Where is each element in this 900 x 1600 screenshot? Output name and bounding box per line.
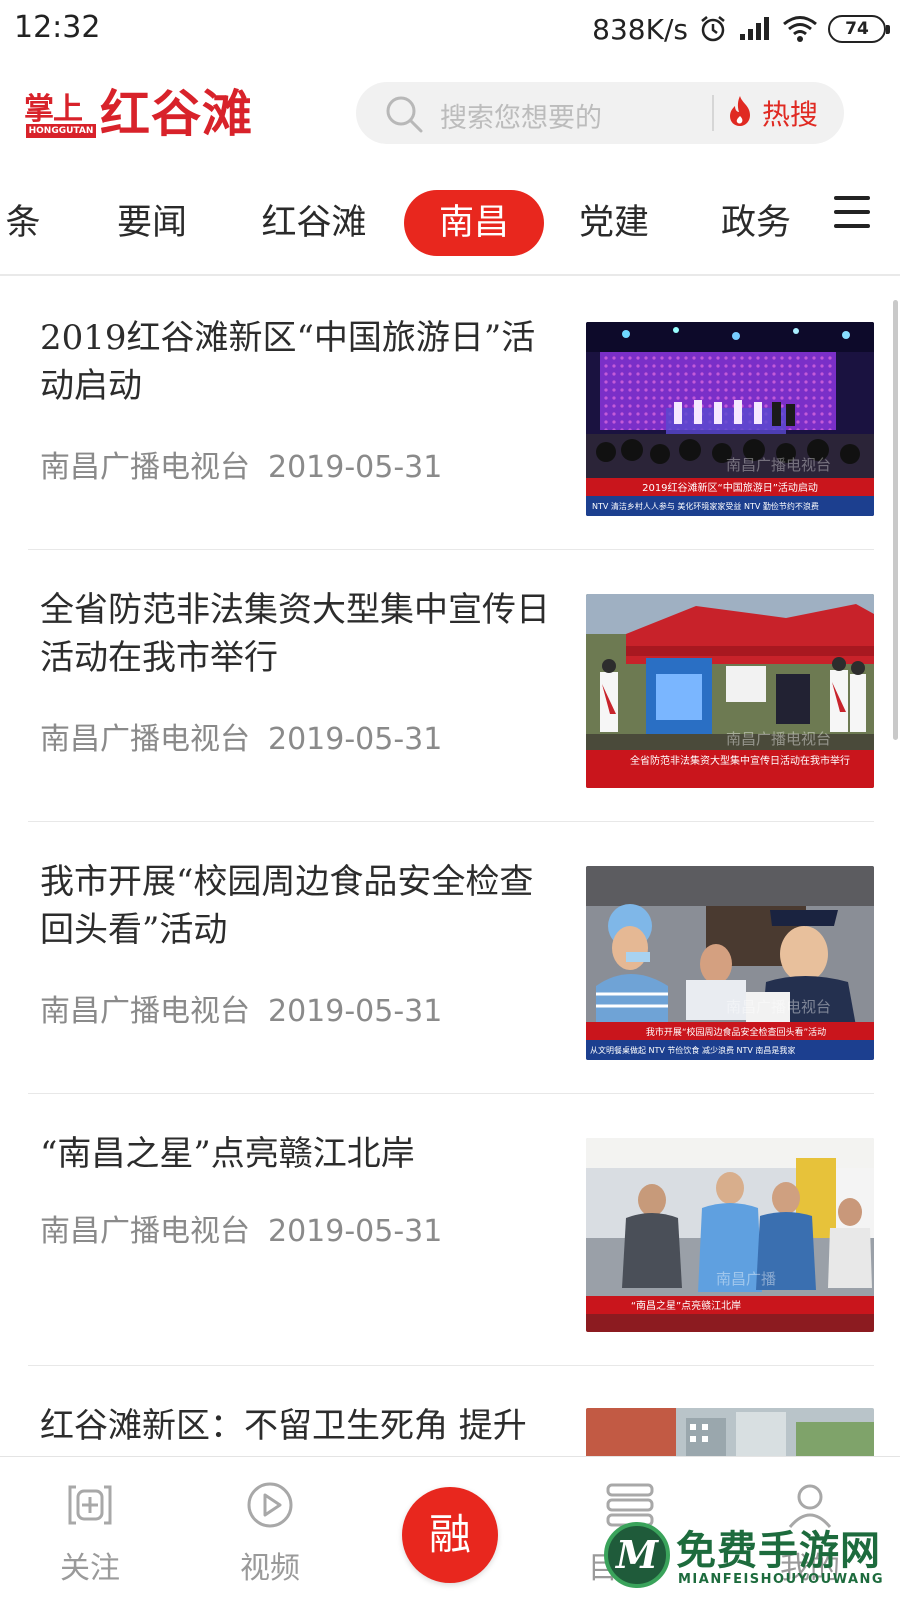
news-thumbnail: 南昌广播电视台 全省防范非法集资大型集中宣传日活动在我市举行	[586, 594, 874, 788]
thumb-watermark: 南昌广播	[716, 1270, 776, 1288]
news-title: 2019红谷滩新区“中国旅游日”活动启动	[40, 318, 536, 406]
news-thumbnail	[586, 1408, 874, 1456]
logo-main-text: 红谷滩	[100, 84, 253, 143]
thumb-ticker: 从文明餐桌做起 NTV 节俭饮食 减少浪费 NTV 南昌是我家	[590, 1045, 795, 1055]
tab-nanchang[interactable]: 南昌	[404, 190, 544, 256]
news-item[interactable]: 红谷滩新区：不留卫生死角 提升	[28, 1366, 874, 1456]
nav-video-label: 视频	[240, 1551, 300, 1586]
hot-search-label: 热搜	[762, 98, 819, 131]
news-source: 南昌广播电视台	[40, 722, 250, 757]
channel-menu-icon[interactable]	[834, 196, 874, 232]
news-item[interactable]: 全省防范非法集资大型集中宣传日活动在我市举行 南昌广播电视台 2019-05-31…	[28, 550, 874, 822]
tab-hongutan[interactable]: 红谷滩	[244, 190, 384, 256]
app-header: 掌上 HONGGUTAN 红谷滩 搜索您想要的 热搜	[0, 58, 900, 168]
search-placeholder: 搜索您想要的	[440, 103, 602, 134]
news-item[interactable]: 我市开展“校园周边食品安全检查回头看”活动 南昌广播电视台 2019-05-31	[28, 822, 874, 1094]
news-title: 我市开展“校园周边食品安全检查回头看”活动	[40, 862, 534, 950]
news-item[interactable]: 2019红谷滩新区“中国旅游日”活动启动 南昌广播电视台 2019-05-31 南…	[28, 278, 874, 550]
news-source: 南昌广播电视台	[40, 994, 250, 1029]
wifi-icon	[782, 15, 818, 43]
nav-follow-label: 关注	[60, 1551, 120, 1586]
search-icon	[384, 94, 424, 134]
news-title: “南昌之星”点亮赣江北岸	[40, 1134, 415, 1174]
tab-zhengwu[interactable]: 政务	[704, 190, 808, 256]
tab-partial[interactable]: 条	[0, 190, 48, 256]
thumb-ticker: NTV 清洁乡村人人参与 美化环境家家受益 NTV 勤俭节约不浪费	[592, 501, 819, 511]
logo-top-text: 掌上	[24, 92, 83, 127]
news-meta: 南昌广播电视台 2019-05-31	[40, 442, 442, 486]
tab-dangjian[interactable]: 党建	[562, 190, 666, 256]
signal-icon	[738, 16, 772, 42]
app-logo[interactable]: 掌上 HONGGUTAN 红谷滩	[24, 84, 284, 144]
tab-yaowen[interactable]: 要闻	[100, 190, 204, 256]
news-date: 2019-05-31	[268, 450, 443, 485]
watermark-subtext: MIANFEISHOUYOUWANG	[678, 1572, 885, 1587]
nav-center-rong-button[interactable]: 融	[402, 1487, 498, 1583]
news-meta: 南昌广播电视台 2019-05-31	[40, 714, 442, 758]
thumb-watermark: 南昌广播电视台	[726, 456, 831, 474]
news-feed: 2019红谷滩新区“中国旅游日”活动启动 南昌广播电视台 2019-05-31 南…	[0, 278, 900, 1456]
site-watermark: M 免费手游网 MIANFEISHOUYOUWANG	[602, 1512, 900, 1600]
watermark-badge: M	[604, 1522, 670, 1588]
news-thumbnail: 南昌广播电视台 我市开展“校园周边食品安全检查回头看”活动 从文明餐桌做起 NT…	[586, 866, 874, 1060]
news-thumbnail: 南昌广播 “南昌之星”点亮赣江北岸	[586, 1138, 874, 1332]
alarm-icon	[698, 14, 728, 44]
thumb-caption: “南昌之星”点亮赣江北岸	[631, 1299, 741, 1312]
news-date: 2019-05-31	[268, 722, 443, 757]
hot-search-button[interactable]: 热搜	[726, 90, 818, 136]
feed-scrollbar[interactable]	[893, 300, 898, 740]
news-meta: 南昌广播电视台 2019-05-31	[40, 1206, 442, 1250]
nav-follow[interactable]: 关注	[20, 1457, 160, 1600]
news-title: 全省防范非法集资大型集中宣传日活动在我市举行	[40, 590, 550, 678]
news-item[interactable]: “南昌之星”点亮赣江北岸 南昌广播电视台 2019-05-31 南昌广播 “南昌…	[28, 1094, 874, 1366]
status-icons: 838K/s 74	[592, 10, 890, 48]
nav-video[interactable]: 视频	[200, 1457, 340, 1600]
status-time: 12:32	[14, 10, 101, 45]
news-thumbnail: 南昌广播电视台 2019红谷滩新区“中国旅游日”活动启动 NTV 清洁乡村人人参…	[586, 322, 874, 516]
flame-icon	[726, 95, 754, 131]
news-source: 南昌广播电视台	[40, 450, 250, 485]
thumb-caption: 2019红谷滩新区“中国旅游日”活动启动	[642, 481, 818, 494]
news-source: 南昌广播电视台	[40, 1214, 250, 1249]
follow-icon	[66, 1481, 114, 1529]
thumb-caption: 我市开展“校园周边食品安全检查回头看”活动	[646, 1026, 826, 1038]
logo-sub-text: HONGGUTAN	[26, 124, 96, 138]
thumb-watermark: 南昌广播电视台	[726, 730, 831, 748]
watermark-text: 免费手游网	[676, 1528, 881, 1574]
thumb-watermark: 南昌广播电视台	[726, 998, 831, 1016]
video-play-icon	[246, 1481, 294, 1529]
search-divider	[712, 95, 714, 131]
news-date: 2019-05-31	[268, 1214, 443, 1249]
news-title: 红谷滩新区：不留卫生死角 提升	[40, 1406, 527, 1446]
channel-tabs: 条 要闻 红谷滩 南昌 党建 政务	[0, 168, 900, 276]
battery-icon: 74	[828, 15, 890, 43]
net-speed: 838K/s	[592, 12, 688, 46]
thumb-caption: 全省防范非法集资大型集中宣传日活动在我市举行	[630, 754, 850, 767]
status-bar: 12:32 838K/s 74	[0, 0, 900, 58]
news-date: 2019-05-31	[268, 994, 443, 1029]
news-meta: 南昌广播电视台 2019-05-31	[40, 986, 442, 1030]
search-bar[interactable]: 搜索您想要的 热搜	[356, 82, 844, 144]
